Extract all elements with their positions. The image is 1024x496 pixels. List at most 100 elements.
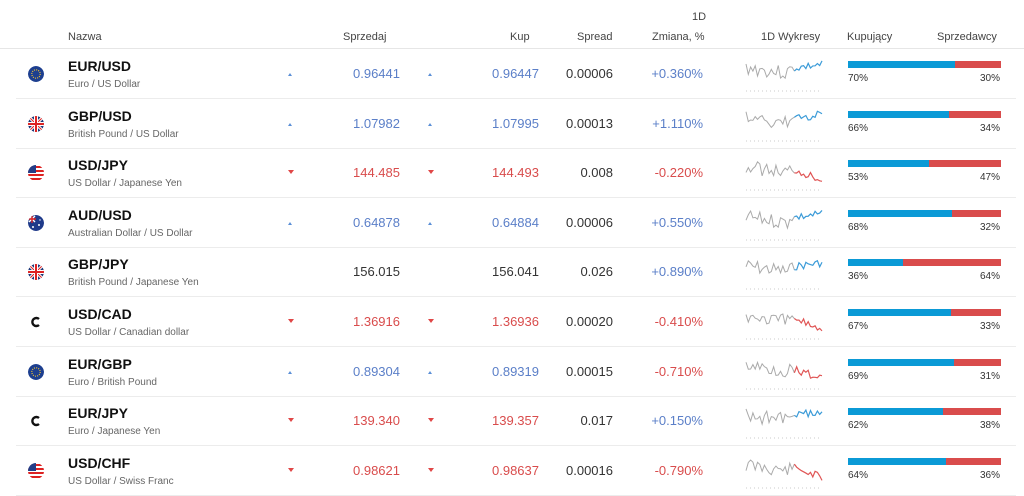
buy-price[interactable]: 1.36936 xyxy=(492,314,539,329)
instrument-description: US Dollar / Swiss Franc xyxy=(68,475,174,487)
instrument-symbol[interactable]: USD/JPY xyxy=(68,157,128,173)
sell-price[interactable]: 139.340 xyxy=(353,413,400,428)
sellers-percent: 34% xyxy=(979,122,1000,134)
buyers-percent: 70% xyxy=(848,73,869,84)
change-value: -0.790% xyxy=(654,462,703,478)
sparkline-chart xyxy=(745,408,823,439)
sell-price[interactable]: 0.96441 xyxy=(353,66,400,81)
sell-price[interactable]: 1.36916 xyxy=(353,314,400,329)
sell-price[interactable]: 0.89304 xyxy=(353,364,400,379)
sellers-percent: 38% xyxy=(979,420,1000,432)
buyers-bar-fill xyxy=(848,259,904,267)
buyers-percent: 36% xyxy=(848,271,869,283)
sparkline-chart xyxy=(745,110,823,141)
buy-direction-icon xyxy=(428,319,434,323)
sparkline-history xyxy=(745,408,795,427)
col-header-buy[interactable]: Kup xyxy=(510,31,530,43)
buy-price[interactable]: 0.96447 xyxy=(492,66,539,81)
table-row[interactable]: USD/CAD US Dollar / Canadian dollar 1.3691… xyxy=(16,297,1016,347)
table-row[interactable]: EUR/GBP Euro / British Pound 0.89304 0.8931… xyxy=(16,347,1016,397)
change-value: +0.150% xyxy=(651,413,703,429)
eu-flag-icon xyxy=(28,66,44,82)
sellers-percent: 64% xyxy=(979,271,1000,283)
table-row[interactable]: USD/CHF US Dollar / Swiss Franc 0.98621 0.9… xyxy=(16,446,1016,496)
sell-direction-icon xyxy=(288,122,292,126)
table-row[interactable]: EUR/JPY Euro / Japanese Yen 139.340 139.357… xyxy=(16,396,1016,447)
instrument-symbol[interactable]: GBP/USD xyxy=(68,108,132,124)
table-row[interactable]: AUD/USD Australian Dollar / US Dollar 0.64… xyxy=(16,198,1016,248)
sell-price[interactable]: 156.015 xyxy=(353,264,400,279)
change-value: +0.360% xyxy=(651,66,703,81)
buy-price[interactable]: 144.493 xyxy=(492,165,539,180)
buy-price[interactable]: 139.357 xyxy=(492,413,539,428)
col-header-sellers: Sprzedawcy xyxy=(937,31,997,43)
sparkline-history xyxy=(745,161,795,178)
sell-price[interactable]: 144.485 xyxy=(353,165,400,180)
sell-direction-icon xyxy=(288,467,294,472)
change-value: +0.550% xyxy=(651,214,703,230)
sparkline-recent xyxy=(793,463,823,481)
sparkline-chart xyxy=(745,260,823,290)
buyers-percent: 66% xyxy=(848,122,869,134)
table-header: Nazwa Sprzedaj Kup Spread 1D Zmiana, % 1… xyxy=(0,0,1024,49)
sparkline-recent xyxy=(794,317,823,332)
sell-price[interactable]: 1.07982 xyxy=(353,116,400,131)
col-header-change[interactable]: Zmiana, % xyxy=(652,31,705,43)
sentiment-bar xyxy=(848,209,1001,217)
table-row[interactable]: EUR/USD Euro / US Dollar 0.96441 0.96447 0.0… xyxy=(16,49,1016,99)
sparkline-chart xyxy=(745,313,823,340)
col-header-chart: 1D Wykresy xyxy=(761,31,821,43)
buyers-bar-fill xyxy=(848,110,949,118)
buyers-percent: 62% xyxy=(848,420,869,432)
table-row[interactable]: USD/JPY US Dollar / Japanese Yen 144.485 14… xyxy=(16,148,1016,199)
instrument-description: US Dollar / Japanese Yen xyxy=(68,178,182,190)
spread-value: 0.00013 xyxy=(566,115,613,131)
col-header-buyers: Kupujący xyxy=(847,31,893,43)
buy-price[interactable]: 1.07995 xyxy=(492,116,539,131)
instrument-symbol[interactable]: AUD/USD xyxy=(68,207,132,223)
instrument-description: Euro / Japanese Yen xyxy=(68,426,161,438)
buyers-percent: 68% xyxy=(848,221,869,233)
sell-price[interactable]: 0.98621 xyxy=(353,463,400,478)
instrument-description: Australian Dollar / US Dollar xyxy=(68,227,193,239)
change-value: +0.890% xyxy=(651,264,703,280)
instrument-symbol[interactable]: USD/CAD xyxy=(68,306,132,322)
sentiment-bar xyxy=(848,110,1001,118)
col-header-name[interactable]: Nazwa xyxy=(68,31,102,43)
change-value: -0.710% xyxy=(654,363,703,379)
instrument-symbol[interactable]: EUR/GBP xyxy=(68,356,132,372)
sparkline-chart xyxy=(745,360,823,389)
instrument-symbol[interactable]: USD/CHF xyxy=(68,455,130,471)
sparkline-recent xyxy=(793,60,823,72)
buyers-bar-fill xyxy=(848,408,943,416)
spread-value: 0.017 xyxy=(580,413,613,429)
instrument-symbol[interactable]: GBP/JPY xyxy=(68,256,129,272)
sell-direction-icon xyxy=(288,221,292,225)
sparkline-chart xyxy=(745,209,823,241)
buy-direction-icon xyxy=(428,418,434,423)
sparkline-history xyxy=(745,111,795,129)
au-flag-icon xyxy=(28,214,44,231)
instrument-symbol[interactable]: EUR/JPY xyxy=(68,405,128,421)
sentiment-bar xyxy=(848,457,1001,465)
table-row[interactable]: GBP/JPY British Pound / Japanese Yen 156.0… xyxy=(16,247,1016,298)
col-header-sell[interactable]: Sprzedaj xyxy=(343,31,386,43)
buy-price[interactable]: 0.98637 xyxy=(492,463,539,478)
instrument-symbol[interactable]: EUR/USD xyxy=(68,58,131,74)
currency-c-icon xyxy=(28,314,44,330)
change-value: -0.220% xyxy=(654,165,703,181)
buy-price[interactable]: 156.041 xyxy=(492,264,539,279)
us-flag-icon xyxy=(28,165,44,182)
table-row[interactable]: GBP/USD British Pound / US Dollar 1.07982 1… xyxy=(16,99,1016,149)
col-header-spread[interactable]: Spread xyxy=(577,31,612,43)
sparkline-chart xyxy=(745,60,823,92)
sparkline-history xyxy=(745,313,795,325)
sell-direction-icon xyxy=(288,370,292,374)
sparkline-history xyxy=(745,360,795,378)
buy-price[interactable]: 0.64884 xyxy=(492,215,539,230)
buyers-percent: 64% xyxy=(848,469,869,481)
buy-price[interactable]: 0.89319 xyxy=(492,364,539,379)
buy-direction-icon xyxy=(428,467,434,472)
sell-price[interactable]: 0.64878 xyxy=(353,215,400,230)
sell-direction-icon xyxy=(288,73,292,76)
